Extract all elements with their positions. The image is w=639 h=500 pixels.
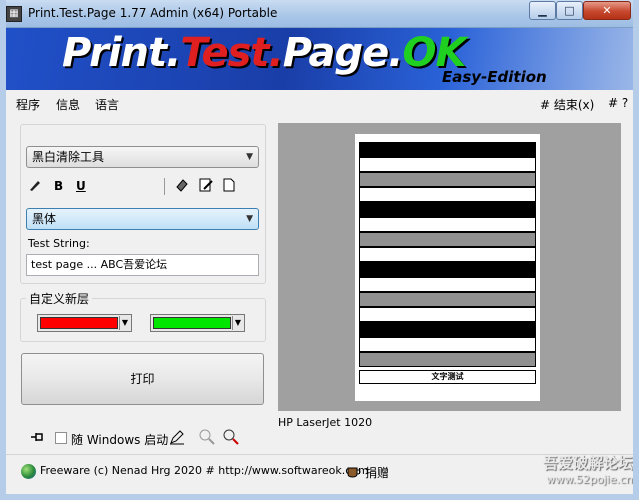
preview-bar	[359, 217, 536, 232]
startup-label: 随 Windows 启动	[71, 433, 169, 447]
preview-bar	[359, 337, 536, 352]
test-string-input[interactable]: test page ... ABC吾爱论坛	[26, 254, 259, 276]
preview-footer-text: 文字测试	[359, 370, 536, 384]
maximize-button[interactable]: □	[556, 1, 583, 20]
preview-page: 文字测试	[355, 134, 540, 401]
preview-bar	[359, 322, 536, 337]
preview-bar	[359, 292, 536, 307]
app-icon: ▦	[6, 6, 22, 22]
banner-edition: Easy-Edition	[442, 68, 547, 86]
edit-icon[interactable]	[169, 429, 185, 448]
eraser-icon[interactable]	[174, 177, 190, 196]
banner-logo: Print.Test.Page.OK	[62, 30, 466, 76]
pin-icon[interactable]	[30, 430, 46, 447]
underline-button[interactable]: U	[76, 179, 86, 193]
layer-group-label: 自定义新层	[26, 290, 93, 307]
startup-row: 随 Windows 启动	[26, 428, 266, 448]
chevron-down-icon: ▼	[246, 214, 253, 224]
window-title: Print.Test.Page 1.77 Admin (x64) Portabl…	[28, 6, 278, 20]
menu-program[interactable]: 程序	[16, 96, 40, 113]
close-button[interactable]: ✕	[583, 1, 631, 20]
preview-bar	[359, 232, 536, 247]
menu-help[interactable]: # ?	[608, 96, 628, 110]
color-swatch-red	[40, 317, 118, 329]
pen-icon[interactable]	[28, 178, 42, 195]
coffee-icon[interactable]	[346, 464, 362, 481]
font-select[interactable]: 黑体 ▼	[26, 208, 259, 230]
globe-icon[interactable]	[21, 464, 36, 479]
preview-bar	[359, 187, 536, 202]
zoom-in-icon[interactable]	[222, 428, 240, 449]
preview-bar	[359, 262, 536, 277]
color-swatch-green	[153, 317, 231, 329]
page-icon[interactable]	[222, 178, 236, 195]
preview-bar	[359, 172, 536, 187]
chevron-down-icon: ▼	[119, 316, 130, 330]
bold-button[interactable]: B	[54, 179, 63, 193]
format-toolbar: B U	[28, 152, 248, 195]
donate-link[interactable]: 捐赠	[365, 464, 389, 481]
color-picker-green[interactable]: ▼	[150, 314, 245, 332]
test-string-label: Test String:	[28, 237, 90, 250]
window-client: Print.Test.Page.OK Easy-Edition 程序 信息 语言…	[6, 28, 633, 494]
page-edit-icon[interactable]	[198, 177, 214, 196]
preview-bar	[359, 307, 536, 322]
zoom-out-icon[interactable]	[198, 428, 216, 449]
preview-bar	[359, 142, 536, 157]
watermark-line2: www.52pojie.cn	[546, 473, 633, 486]
preview-bar	[359, 277, 536, 292]
toolbar-separator	[164, 178, 165, 195]
menu-bar: 程序 信息 语言 # 结束(x) # ?	[6, 92, 633, 114]
menu-exit[interactable]: # 结束(x)	[540, 96, 594, 113]
preview-bar	[359, 352, 536, 367]
preview-bar	[359, 247, 536, 262]
print-button[interactable]: 打印	[21, 353, 264, 405]
print-preview: 文字测试	[278, 123, 621, 411]
color-picker-red[interactable]: ▼	[37, 314, 132, 332]
status-text[interactable]: Freeware (c) Nenad Hrg 2020 # http://www…	[40, 464, 369, 477]
chevron-down-icon: ▼	[232, 316, 243, 330]
printer-name: HP LaserJet 1020	[278, 416, 373, 429]
watermark-line1: 吾爱破解论坛	[542, 454, 633, 472]
preview-bar	[359, 157, 536, 172]
watermark: 吾爱破解论坛 www.52pojie.cn	[516, 452, 633, 494]
startup-checkbox[interactable]	[55, 432, 67, 444]
minimize-button[interactable]: ▁	[529, 1, 556, 20]
menu-info[interactable]: 信息	[56, 96, 80, 113]
title-bar[interactable]: ▦ Print.Test.Page 1.77 Admin (x64) Porta…	[0, 0, 639, 28]
menu-language[interactable]: 语言	[95, 96, 119, 113]
preview-bar	[359, 202, 536, 217]
app-banner: Print.Test.Page.OK Easy-Edition	[6, 28, 633, 90]
